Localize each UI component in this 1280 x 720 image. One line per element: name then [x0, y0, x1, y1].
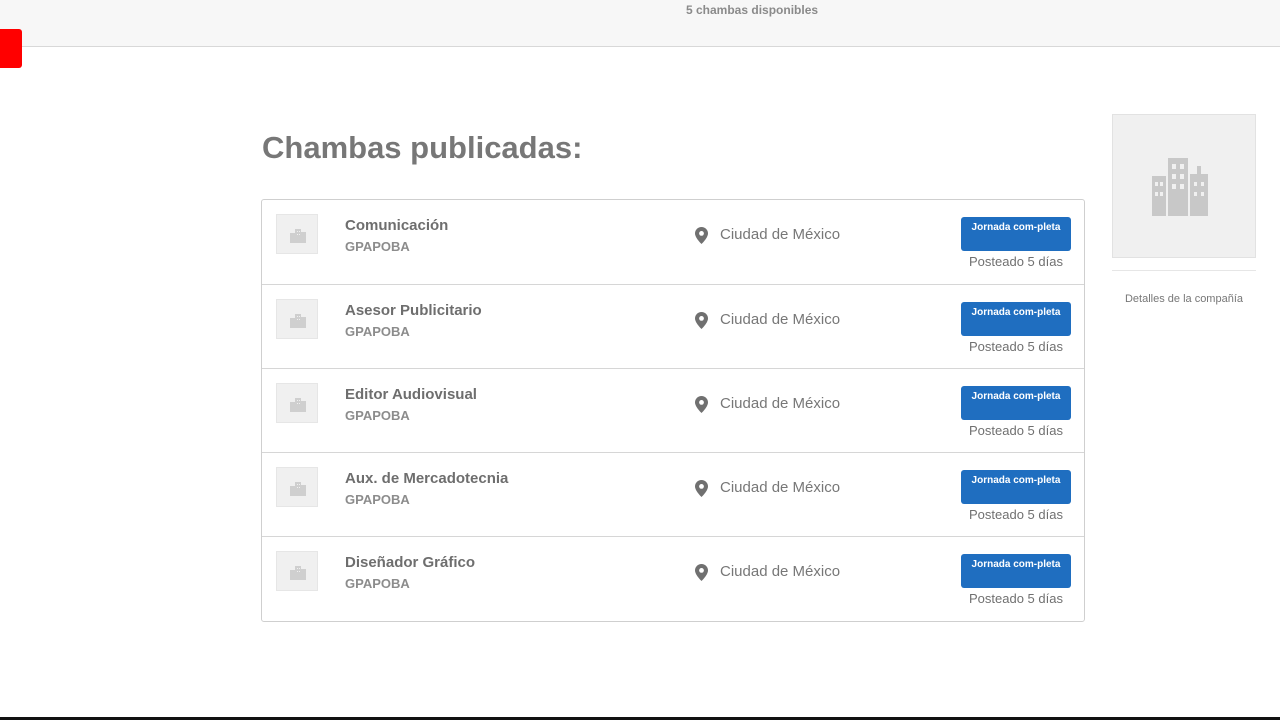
job-list: Comunicación GPAPOBA Ciudad de México Jo… — [261, 199, 1085, 622]
job-location: Ciudad de México — [720, 311, 841, 328]
jobs-count: 5 chambas disponibles — [686, 3, 819, 17]
job-company: GPAPOBA — [345, 408, 410, 423]
job-company: GPAPOBA — [345, 239, 410, 254]
job-type-badge: Jornada com-pleta — [961, 302, 1071, 336]
job-location: Ciudad de México — [720, 479, 841, 496]
job-title[interactable]: Asesor Publicitario — [345, 302, 482, 319]
job-title[interactable]: Comunicación — [345, 217, 448, 234]
building-icon — [1152, 158, 1208, 216]
job-row[interactable]: Comunicación GPAPOBA Ciudad de México Jo… — [262, 200, 1084, 284]
company-logo — [1112, 114, 1256, 258]
posted-date: Posteado 5 días — [969, 591, 1063, 606]
company-details-link[interactable]: Detalles de la compañía — [1112, 293, 1256, 305]
building-icon — [290, 229, 306, 243]
posted-date: Posteado 5 días — [969, 339, 1063, 354]
red-side-tab[interactable] — [0, 29, 22, 68]
job-location: Ciudad de México — [720, 395, 841, 412]
map-pin-icon — [695, 564, 708, 581]
job-type-badge: Jornada com-pleta — [961, 554, 1071, 588]
company-thumbnail — [276, 467, 318, 507]
company-thumbnail — [276, 214, 318, 254]
job-title[interactable]: Aux. de Mercadotecnia — [345, 470, 508, 487]
job-row[interactable]: Diseñador Gráfico GPAPOBA Ciudad de Méxi… — [262, 536, 1084, 621]
company-thumbnail — [276, 551, 318, 591]
building-icon — [290, 314, 306, 328]
job-company: GPAPOBA — [345, 492, 410, 507]
company-thumbnail — [276, 383, 318, 423]
map-pin-icon — [695, 396, 708, 413]
building-icon — [290, 482, 306, 496]
posted-date: Posteado 5 días — [969, 254, 1063, 269]
job-type-badge: Jornada com-pleta — [961, 217, 1071, 251]
job-company: GPAPOBA — [345, 324, 410, 339]
job-row[interactable]: Editor Audiovisual GPAPOBA Ciudad de Méx… — [262, 368, 1084, 453]
posted-date: Posteado 5 días — [969, 423, 1063, 438]
building-icon — [290, 398, 306, 412]
job-company: GPAPOBA — [345, 576, 410, 591]
map-pin-icon — [695, 227, 708, 244]
building-icon — [290, 566, 306, 580]
job-type-badge: Jornada com-pleta — [961, 470, 1071, 504]
job-title[interactable]: Editor Audiovisual — [345, 386, 477, 403]
job-location: Ciudad de México — [720, 563, 841, 580]
map-pin-icon — [695, 480, 708, 497]
map-pin-icon — [695, 312, 708, 329]
page-title: Chambas publicadas: — [262, 130, 583, 165]
posted-date: Posteado 5 días — [969, 507, 1063, 522]
job-type-badge: Jornada com-pleta — [961, 386, 1071, 420]
company-thumbnail — [276, 299, 318, 339]
job-location: Ciudad de México — [720, 226, 841, 243]
job-row[interactable]: Asesor Publicitario GPAPOBA Ciudad de Mé… — [262, 284, 1084, 369]
sidebar-divider — [1112, 270, 1256, 271]
top-bar: 5 chambas disponibles — [0, 0, 1280, 47]
job-title[interactable]: Diseñador Gráfico — [345, 554, 475, 571]
job-row[interactable]: Aux. de Mercadotecnia GPAPOBA Ciudad de … — [262, 452, 1084, 537]
